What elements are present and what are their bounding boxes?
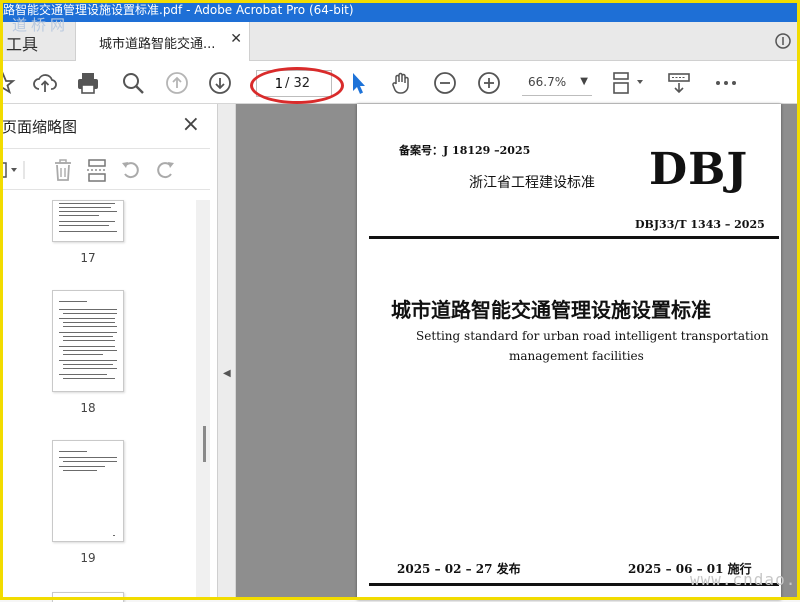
thumbnails-panel: 页面缩略图 × 17 18 19 <box>0 104 218 602</box>
thumbnail-page-number: 17 <box>80 251 96 265</box>
collapse-arrow-icon[interactable]: ◀ <box>223 368 231 379</box>
thumbnails-scrollbar[interactable] <box>196 200 210 600</box>
chevron-down-icon: ▼ <box>580 76 588 87</box>
thumbnails-toolbar <box>0 148 210 190</box>
panel-title: 页面缩略图 <box>2 118 78 136</box>
thumbnail-page-number: 19 <box>80 551 96 565</box>
document-title-en-line1: Setting standard for urban road intellig… <box>416 329 769 343</box>
record-number: 备案号：J 18129 –2025 <box>399 144 531 157</box>
document-title-cn: 城市道路智能交通管理设施设置标准 <box>391 298 711 322</box>
zoom-out-icon[interactable] <box>432 70 458 96</box>
issuer: 浙江省工程建设标准 <box>469 175 595 191</box>
previous-page-icon[interactable] <box>164 70 190 96</box>
page-number-highlight-ellipse <box>250 67 344 104</box>
watermark-bottom: www.cndao.com <box>690 570 800 589</box>
zoom-level-value: 66.7% <box>528 75 567 89</box>
tab-document[interactable]: 城市道路智能交通... ✕ <box>75 22 250 62</box>
zoom-level-select[interactable]: 66.7% ▼ <box>522 71 592 96</box>
rotate-left-icon[interactable] <box>118 157 144 183</box>
bookmark-star-icon[interactable] <box>0 70 16 96</box>
header-rule <box>369 236 779 239</box>
close-icon[interactable]: ✕ <box>230 31 242 47</box>
tab-document-label: 城市道路智能交通... <box>99 37 216 52</box>
scrollbar-grip[interactable] <box>203 426 206 462</box>
thumbnails-panel-header: 页面缩略图 × <box>0 104 218 146</box>
page-thumbnail[interactable] <box>52 200 124 242</box>
help-icon[interactable] <box>774 32 792 50</box>
hand-tool-icon[interactable] <box>388 70 414 96</box>
page-fit-icon[interactable] <box>610 70 648 96</box>
page-thumbnail[interactable] <box>52 440 124 542</box>
insert-page-icon[interactable] <box>84 157 110 183</box>
next-page-icon[interactable] <box>207 70 233 96</box>
main-toolbar: / 32 66.7% ▼ <box>0 61 800 104</box>
zoom-in-icon[interactable] <box>476 70 502 96</box>
window-title-bar: 路智能交通管理设施设置标准.pdf - Adobe Acrobat Pro (6… <box>0 0 800 22</box>
zoom-search-icon[interactable] <box>120 70 146 96</box>
print-icon[interactable] <box>75 70 101 96</box>
standard-code: DBJ33/T 1343 – 2025 <box>635 218 765 231</box>
panel-splitter[interactable]: ◀ <box>218 104 236 600</box>
watermark-top: 道桥网 <box>12 16 70 34</box>
dbj-logo: DBJ <box>649 144 749 195</box>
thumbnail-options-icon[interactable] <box>0 157 28 183</box>
select-pointer-icon[interactable] <box>345 70 371 96</box>
document-title-en-line2: management facilities <box>509 349 644 363</box>
page-thumbnail[interactable] <box>52 592 124 602</box>
upload-cloud-icon[interactable] <box>32 70 58 96</box>
scroll-mode-icon[interactable] <box>666 70 692 96</box>
document-page: 备案号：J 18129 –2025 浙江省工程建设标准 DBJ DBJ33/T … <box>357 104 781 600</box>
thumbnail-page-number: 18 <box>80 401 96 415</box>
more-options-icon[interactable] <box>713 70 739 96</box>
tab-bar: 工具 城市道路智能交通... ✕ <box>0 22 800 62</box>
page-thumbnail[interactable] <box>52 290 124 392</box>
close-icon[interactable]: × <box>182 112 200 137</box>
trash-icon[interactable] <box>50 157 76 183</box>
issue-date: 2025 – 02 – 27 发布 <box>397 562 521 576</box>
rotate-right-icon[interactable] <box>152 157 178 183</box>
tab-tools-label: 工具 <box>6 35 39 54</box>
